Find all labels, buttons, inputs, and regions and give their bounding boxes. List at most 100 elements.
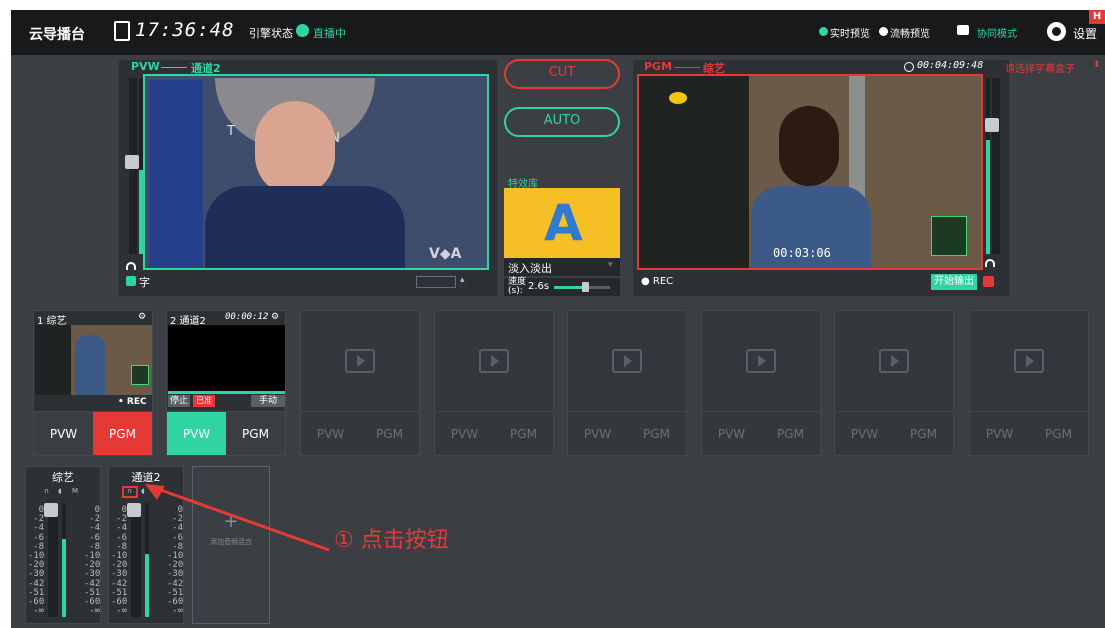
slot-pvw-button[interactable]: PVW	[568, 411, 627, 455]
audio-channel-name: 综艺	[52, 471, 74, 484]
audio-scale-left: 0 -2 -4 -6 -8 -10 -20 -30 -42 -51 -60 -∞	[28, 505, 44, 617]
pgm-volume-level	[986, 140, 990, 254]
slot-pgm-button[interactable]: PGM	[1029, 411, 1088, 455]
audio-scale-left: 0 -2 -4 -6 -8 -10 -20 -30 -42 -51 -60 -∞	[111, 505, 127, 617]
source-pvw-button[interactable]: PVW	[167, 411, 226, 455]
pvw-volume-handle[interactable]	[125, 155, 139, 169]
pgm-label: PGM	[644, 60, 673, 73]
audio-level-fill	[145, 554, 149, 617]
audio-fader-handle[interactable]	[127, 503, 141, 517]
pgm-volume-handle[interactable]	[985, 118, 999, 132]
gear-icon[interactable]: ⚙	[138, 312, 146, 322]
slot-pvw-button[interactable]: PVW	[835, 411, 894, 455]
audio-scale-tick: -∞	[172, 606, 183, 617]
empty-slot[interactable]: PVW PGM	[300, 310, 420, 456]
pgm-person-left	[639, 76, 749, 268]
mute-button[interactable]: M	[72, 487, 78, 495]
annotation-text: ① 点击按钮	[334, 528, 449, 553]
slot-pvw-button[interactable]: PVW	[301, 411, 360, 455]
audio-fader-track[interactable]	[48, 503, 58, 617]
fx-letter-icon: A	[544, 194, 583, 252]
slot-pvw-button[interactable]: PVW	[970, 411, 1029, 455]
empty-slot[interactable]: PVW PGM	[434, 310, 554, 456]
cube-icon[interactable]	[983, 276, 994, 287]
collab-mode[interactable]: 协同模式	[977, 25, 1017, 40]
lock-icon[interactable]	[957, 25, 969, 35]
source-manual-button[interactable]: 手动	[251, 395, 285, 407]
pgm-logo-icon	[669, 92, 687, 104]
source-thumbnail[interactable]	[35, 325, 152, 395]
audio-level-fill	[62, 539, 66, 617]
subtitle-dropdown-icon[interactable]: ⬍	[1093, 60, 1101, 70]
speaker-icon[interactable]: ◖	[58, 487, 62, 495]
thumb-shape	[35, 325, 71, 395]
source-pvw-button[interactable]: PVW	[34, 411, 93, 455]
play-icon[interactable]	[1014, 349, 1044, 373]
pgm-volume-track[interactable]	[992, 78, 1000, 254]
play-icon[interactable]	[479, 349, 509, 373]
corner-badge: H	[1089, 10, 1105, 24]
slot-pgm-button[interactable]: PGM	[360, 411, 419, 455]
layout-switcher[interactable]	[416, 276, 456, 288]
play-icon[interactable]	[879, 349, 909, 373]
settings-label[interactable]: 设置	[1073, 25, 1097, 42]
transition-dropdown-icon[interactable]: ▾	[608, 260, 613, 270]
thumb-shape	[75, 335, 105, 395]
speed-value: 2.6s	[528, 281, 550, 292]
speed-slider-handle[interactable]	[581, 282, 589, 292]
subtitle-select[interactable]: 请选择字幕盒子	[1005, 60, 1075, 75]
source-thumbnail[interactable]	[168, 325, 285, 391]
layout-dropdown-icon[interactable]: ▴	[460, 275, 465, 285]
pvw-label: PVW	[131, 60, 160, 73]
pgm-video[interactable]: 00:03:06	[637, 74, 983, 270]
cut-button[interactable]: CUT	[504, 59, 620, 89]
gear-icon[interactable]	[1047, 22, 1066, 41]
gear-icon[interactable]: ⚙	[271, 312, 279, 322]
clock-time: 17:36:48	[135, 19, 235, 41]
auto-button[interactable]: AUTO	[504, 107, 620, 137]
audio-scale-right: 0 -2 -4 -6 -8 -10 -20 -30 -42 -51 -60 -∞	[84, 505, 100, 617]
start-output-button[interactable]: 开始输出	[931, 274, 977, 290]
headphone-icon[interactable]	[985, 259, 995, 267]
slot-pgm-button[interactable]: PGM	[494, 411, 553, 455]
audio-channel-1: 综艺 ∩ ◖ M 0 -2 -4 -6 -8 -10 -20 -30 -42 -51 -60 -∞ 0…	[25, 466, 101, 624]
empty-slot[interactable]: PVW PGM	[701, 310, 821, 456]
slot-pgm-button[interactable]: PGM	[627, 411, 686, 455]
headphone-icon[interactable]	[126, 262, 136, 270]
fx-thumbnail[interactable]: A	[504, 188, 620, 258]
pvw-divider	[161, 67, 187, 68]
empty-slot[interactable]: PVW PGM	[834, 310, 954, 456]
smooth-preview-label[interactable]: 流畅预览	[890, 25, 930, 40]
empty-slot[interactable]: PVW PGM	[969, 310, 1089, 456]
audio-fader-handle[interactable]	[44, 503, 58, 517]
slot-pgm-button[interactable]: PGM	[894, 411, 953, 455]
play-icon[interactable]	[746, 349, 776, 373]
pvw-person-body	[205, 186, 405, 268]
cube-icon[interactable]	[126, 276, 136, 286]
source-stop-button[interactable]: 停止	[168, 395, 190, 407]
source-pgm-button[interactable]: PGM	[226, 411, 285, 455]
play-icon[interactable]	[345, 349, 375, 373]
headphone-icon[interactable]: ∩	[127, 487, 132, 495]
pvw-flag	[149, 80, 203, 268]
caption-icon[interactable]: 字	[139, 274, 150, 290]
audio-fader-track[interactable]	[131, 503, 141, 617]
radio-smooth-preview[interactable]	[879, 27, 888, 36]
play-icon[interactable]	[612, 349, 642, 373]
pvw-video[interactable]: T GON V◆A	[143, 74, 489, 270]
source-pgm-button[interactable]: PGM	[93, 411, 152, 455]
live-preview-label[interactable]: 实时预览	[830, 25, 870, 40]
slot-pvw-button[interactable]: PVW	[702, 411, 761, 455]
slot-pgm-button[interactable]: PGM	[761, 411, 820, 455]
radio-live-preview[interactable]	[819, 27, 828, 36]
pgm-person-head	[779, 106, 839, 186]
speed-slider-fill	[554, 286, 585, 289]
source-progress	[168, 391, 285, 394]
source-time: 00:00:12	[225, 312, 269, 322]
headphone-icon[interactable]: ∩	[44, 487, 49, 495]
clock-icon	[114, 21, 130, 41]
transition-name[interactable]: 淡入淡出	[508, 260, 552, 276]
source-slot-2: 2 通道2 00:00:12 ⚙ 停止 已准备 手动 PVW PGM	[166, 310, 286, 456]
empty-slot[interactable]: PVW PGM	[567, 310, 687, 456]
slot-pvw-button[interactable]: PVW	[435, 411, 494, 455]
